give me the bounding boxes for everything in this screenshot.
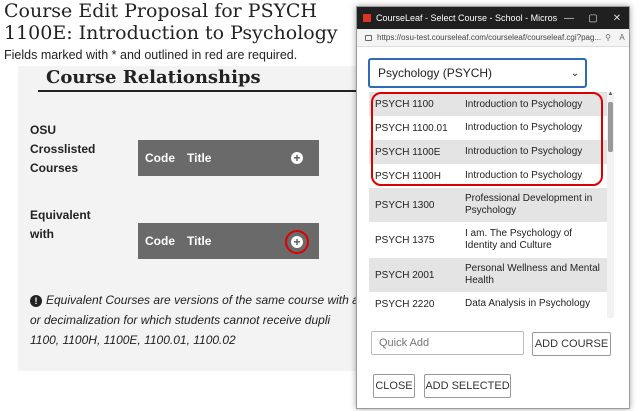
equivalent-info-text: ! Equivalent Courses are versions of the … xyxy=(30,290,360,350)
address-bar: https://osu-test.courseleaf.com/coursele… xyxy=(357,29,629,47)
close-button[interactable]: CLOSE xyxy=(373,374,415,398)
select-course-popup: CourseLeaf - Select Course - School - Mi… xyxy=(356,6,630,409)
add-course-button[interactable]: ADD COURSE xyxy=(532,332,611,356)
subject-select-value: Psychology (PSYCH) xyxy=(378,66,493,80)
equivalent-label-line: with xyxy=(30,227,54,241)
crosslisted-label: OSU Crosslisted Courses xyxy=(30,121,95,178)
courseleaf-app-icon xyxy=(363,14,371,22)
crosslisted-label-line: OSU xyxy=(30,123,57,137)
required-note: Fields marked with * and outlined in red… xyxy=(4,48,298,62)
title-column-header: Title xyxy=(187,234,212,248)
course-code: PSYCH 2220 xyxy=(375,298,435,310)
code-column-header: Code xyxy=(145,234,175,248)
info-icon: ! xyxy=(30,295,42,307)
maximize-button[interactable]: ▢ xyxy=(581,13,605,24)
highlight-ring xyxy=(285,230,309,254)
info-line: Equivalent Courses are versions of the s… xyxy=(46,293,359,307)
address-url[interactable]: https://osu-test.courseleaf.com/coursele… xyxy=(377,33,601,42)
course-title: I am. The Psychology of Identity and Cul… xyxy=(465,228,573,251)
course-title: Personal Wellness and Mental Health xyxy=(465,263,600,286)
course-code: PSYCH 2001 xyxy=(375,269,435,281)
quick-add-input[interactable] xyxy=(371,331,524,355)
minimize-button[interactable]: — xyxy=(557,13,581,24)
course-title: Data Analysis in Psychology xyxy=(465,298,591,309)
close-window-button[interactable]: ✕ xyxy=(605,13,629,24)
title-column-header: Title xyxy=(187,151,212,165)
crosslisted-label-line: Courses xyxy=(30,161,79,175)
lock-icon xyxy=(365,34,372,41)
course-row[interactable]: PSYCH 1300 Professional Development in Ps… xyxy=(369,188,607,222)
info-line: 1100, 1100H, 1100E, 1100.01, 1100.02 xyxy=(30,333,236,347)
zoom-icon[interactable]: ⚲ xyxy=(601,33,615,42)
subject-select[interactable]: Psychology (PSYCH) ⌄ xyxy=(368,58,587,88)
chevron-down-icon: ⌄ xyxy=(570,67,580,79)
course-row[interactable]: PSYCH 1375 I am. The Psychology of Identi… xyxy=(369,222,607,258)
scrollbar-thumb[interactable] xyxy=(608,102,613,152)
equivalent-label-line: Equivalent xyxy=(30,208,91,222)
course-row[interactable]: PSYCH 2001 Personal Wellness and Mental H… xyxy=(369,258,607,292)
course-code: PSYCH 1300 xyxy=(375,199,435,211)
section-heading: Course Relationships xyxy=(38,68,358,92)
read-aloud-icon[interactable]: A xyxy=(615,33,629,42)
scroll-up-arrow-icon[interactable]: ▲ xyxy=(607,91,614,97)
crosslisted-label-line: Crosslisted xyxy=(30,142,96,156)
course-title: Professional Development in Psychology xyxy=(465,193,593,216)
info-line: or decimalization for which students can… xyxy=(30,313,331,327)
course-code: PSYCH 1375 xyxy=(375,234,435,246)
code-column-header: Code xyxy=(145,151,175,165)
add-crosslisted-plus-icon[interactable]: + xyxy=(291,152,303,164)
add-selected-button[interactable]: ADD SELECTED xyxy=(424,374,511,398)
course-row[interactable]: PSYCH 2220 Data Analysis in Psychology xyxy=(369,292,607,316)
equivalent-label: Equivalent with xyxy=(30,206,91,244)
popup-titlebar[interactable]: CourseLeaf - Select Course - School - Mi… xyxy=(357,7,629,29)
popup-window-title: CourseLeaf - Select Course - School - Mi… xyxy=(376,13,557,23)
page-title: Course Edit Proposal for PSYCH 1100E: In… xyxy=(4,0,338,44)
highlight-box xyxy=(371,92,603,186)
